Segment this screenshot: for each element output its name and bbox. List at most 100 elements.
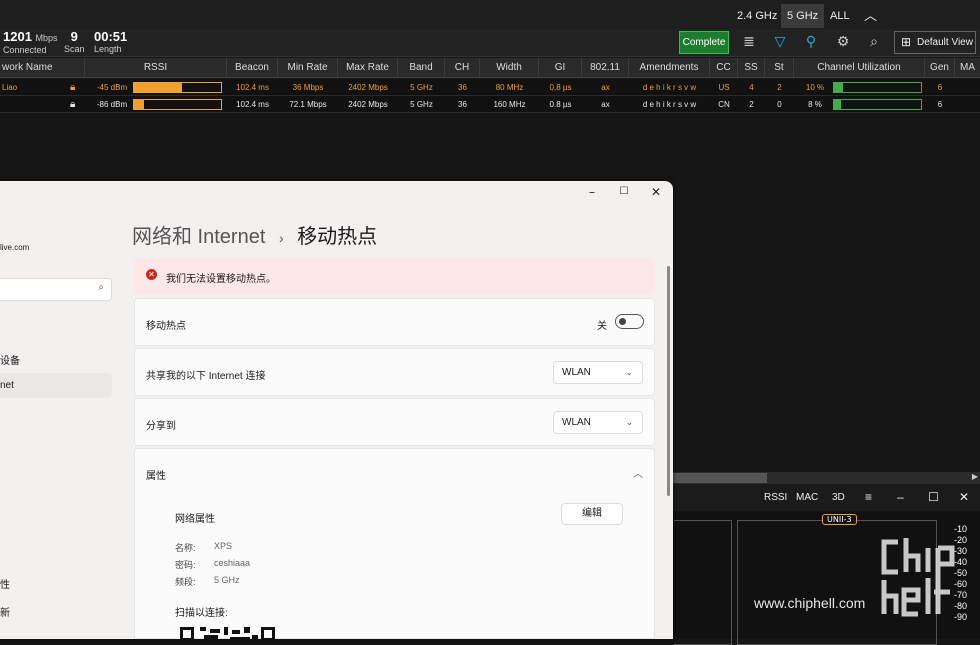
tab-5ghz[interactable]: 5 GHz <box>781 4 825 28</box>
row-gen: 6 <box>937 83 943 92</box>
col-beacon[interactable]: Beacon <box>227 58 278 78</box>
share-to-card: 分享到 WLAN ⌄ <box>134 398 655 446</box>
col-st[interactable]: St <box>765 58 794 78</box>
gear-icon[interactable]: ⚙ <box>834 33 852 51</box>
hotspot-toggle[interactable] <box>615 314 644 329</box>
horizontal-scrollbar[interactable]: ▶ <box>672 472 980 484</box>
qr-code <box>180 626 275 639</box>
col-channel-utilization[interactable]: Channel Utilization <box>794 58 925 78</box>
scroll-right-icon[interactable]: ▶ <box>972 472 978 481</box>
rate-value: 1201 <box>3 29 32 44</box>
filter-icon[interactable]: ▽ <box>771 33 789 51</box>
tab-all[interactable]: ALL <box>824 4 856 28</box>
tab-2-4ghz[interactable]: 2.4 GHz <box>731 4 783 28</box>
sidebar-item-devices[interactable]: 设备 <box>0 352 20 367</box>
col-band[interactable]: Band <box>398 58 445 78</box>
share-to-dropdown[interactable]: WLAN ⌄ <box>553 411 643 434</box>
search-icon[interactable]: ⌕ <box>865 33 883 51</box>
col-gen[interactable]: Gen <box>925 58 955 78</box>
row-band: 5 GHz <box>410 83 433 92</box>
rate-label: Connected <box>3 45 47 55</box>
util-bar <box>833 99 922 110</box>
page-title: 移动热点 <box>297 226 378 248</box>
share-from-card: 共享我的以下 Internet 连接 WLAN ⌄ <box>134 348 655 396</box>
col-ch[interactable]: CH <box>445 58 480 78</box>
col-gi[interactable]: GI <box>539 58 582 78</box>
table-row[interactable]: Liao 🔒︎ -45 dBm 102.4 ms 36 Mbps 2402 Mb… <box>0 79 980 96</box>
axis-tick: -10 <box>953 524 967 534</box>
sidebar-item-network[interactable]: net <box>0 373 112 398</box>
maximize-icon[interactable]: ☐ <box>609 183 639 201</box>
col-cc[interactable]: CC <box>710 58 738 78</box>
close-icon[interactable]: ✕ <box>641 183 671 201</box>
row-max-rate: 2402 Mbps <box>348 83 388 92</box>
edit-button[interactable]: 编辑 <box>561 503 623 525</box>
hotspot-state: 关 <box>597 321 607 332</box>
band-value: 5 GHz <box>214 575 240 585</box>
util-bar <box>833 82 922 93</box>
maximize-icon[interactable]: ☐ <box>928 484 939 511</box>
settings-search-input[interactable]: ⌕ <box>0 278 112 301</box>
col-width[interactable]: Width <box>480 58 539 78</box>
wrench-icon[interactable]: ⚲ <box>802 33 820 51</box>
error-banner: ✕ 我们无法设置移动热点。 <box>134 258 655 294</box>
name-value: XPS <box>214 541 233 551</box>
row-min-rate: 72.1 Mbps <box>289 100 327 109</box>
row-ch: 36 <box>458 100 467 109</box>
account-email: live.com <box>0 243 30 252</box>
minimize-icon[interactable]: – <box>577 183 607 201</box>
col-rssi[interactable]: RSSI <box>85 58 227 78</box>
chevron-up-icon[interactable]: ︿ <box>858 4 883 28</box>
row-util: 10 % <box>805 83 825 92</box>
search-icon: ⌕ <box>98 282 104 293</box>
row-st: 0 <box>777 100 782 109</box>
minimize-icon[interactable]: – <box>897 484 904 511</box>
properties-label: 属性 <box>146 471 166 482</box>
row-util: 8 % <box>808 100 822 109</box>
sidebar-item[interactable]: 性 <box>0 576 10 591</box>
row-band: 5 GHz <box>410 100 433 109</box>
menu-icon[interactable]: ≡ <box>865 484 872 511</box>
list-icon[interactable]: ≣ <box>740 33 758 51</box>
row-amendments: d e h i k r s v w <box>642 83 697 92</box>
band-tab-bar: 2.4 GHz 5 GHz ALL ︿ <box>0 0 980 29</box>
row-width: 160 MHz <box>493 100 526 109</box>
row-standard: ax <box>601 100 610 109</box>
length-stat: 00:51 Length <box>94 29 128 55</box>
length-label: Length <box>94 44 122 54</box>
col-amendments[interactable]: Amendments <box>629 58 710 78</box>
graph-toolbar: RSSI MAC 3D ≡ – ☐ ✕ <box>672 484 980 511</box>
row-gen: 6 <box>937 100 943 109</box>
name-label: 名称: <box>175 543 196 553</box>
row-ch: 36 <box>458 83 467 92</box>
mac-view-button[interactable]: MAC <box>796 484 818 511</box>
col-max-rate[interactable]: Max Rate <box>338 58 398 78</box>
col-network-name[interactable]: work Name <box>0 58 85 78</box>
col-mac[interactable]: MA <box>955 58 980 78</box>
properties-header[interactable]: 属性 ︿ <box>134 448 655 497</box>
status-toolbar: 1201 Mbps Connected 9 Scan 00:51 Length <box>0 29 980 57</box>
sidebar-item[interactable]: 新 <box>0 604 10 619</box>
scrollbar-thumb[interactable] <box>672 473 767 483</box>
complete-button[interactable]: Complete <box>679 31 729 54</box>
share-to-label: 分享到 <box>146 421 176 432</box>
rssi-view-button[interactable]: RSSI <box>764 484 787 511</box>
scan-label: Scan <box>64 44 85 54</box>
close-icon[interactable]: ✕ <box>959 484 969 511</box>
share-from-dropdown[interactable]: WLAN ⌄ <box>553 361 643 384</box>
row-amendments: d e h i k r s v w <box>642 100 697 109</box>
col-ss[interactable]: SS <box>738 58 765 78</box>
table-row[interactable]: 🔒︎ -86 dBm 102.4 ms 72.1 Mbps 2402 Mbps … <box>0 96 980 113</box>
col-80211[interactable]: 802.11 <box>582 58 629 78</box>
vertical-scrollbar[interactable] <box>667 266 670 496</box>
rssi-bar <box>133 82 222 93</box>
breadcrumb-parent[interactable]: 网络和 Internet <box>132 226 265 248</box>
default-view-button[interactable]: ⊞ Default View <box>894 31 976 54</box>
row-st: 2 <box>777 83 782 92</box>
3d-view-button[interactable]: 3D <box>832 484 845 511</box>
col-min-rate[interactable]: Min Rate <box>278 58 338 78</box>
row-min-rate: 36 Mbps <box>292 83 324 92</box>
row-rssi: -45 dBm <box>96 83 128 92</box>
length-value: 00:51 <box>94 29 128 44</box>
chevron-up-icon[interactable]: ︿ <box>633 465 643 480</box>
